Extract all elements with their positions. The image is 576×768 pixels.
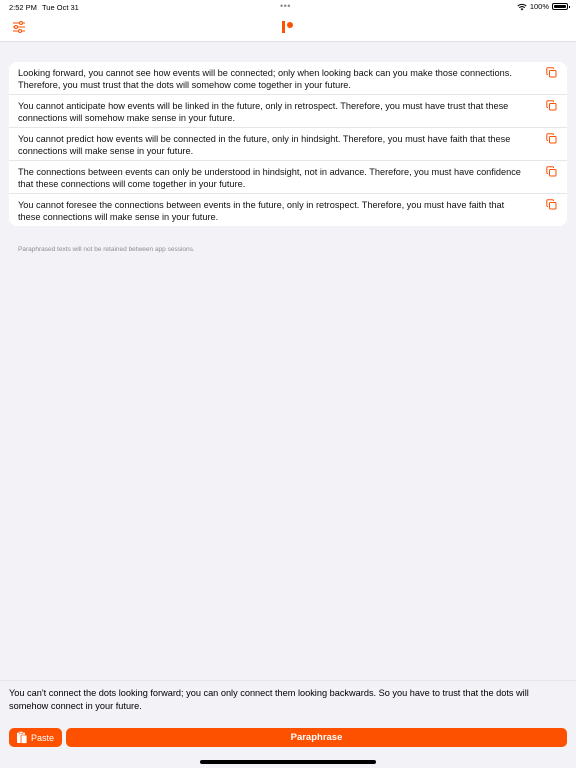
copy-icon[interactable]	[546, 100, 557, 111]
paraphrase-button[interactable]: Paraphrase	[66, 728, 567, 747]
multitasking-dots-icon[interactable]: •••	[280, 1, 291, 11]
copy-icon[interactable]	[546, 166, 557, 177]
result-item[interactable]: Looking forward, you cannot see how even…	[9, 62, 567, 95]
result-text: You cannot anticipate how events will be…	[18, 101, 509, 123]
status-time: 2:52 PM	[9, 3, 37, 12]
battery-icon	[552, 3, 570, 10]
paraphrase-results-list: Looking forward, you cannot see how even…	[9, 62, 567, 226]
copy-icon[interactable]	[546, 133, 557, 144]
result-text: The connections between events can only …	[18, 167, 521, 189]
paste-label: Paste	[31, 732, 55, 743]
status-bar: 2:52 PM Tue Oct 31 ••• 100%	[0, 0, 576, 14]
sliders-icon[interactable]	[12, 20, 26, 34]
app-logo-icon	[282, 21, 293, 33]
nav-bar	[0, 14, 576, 42]
result-text: You cannot predict how events will be co…	[18, 134, 511, 156]
result-item[interactable]: The connections between events can only …	[9, 161, 567, 194]
copy-icon[interactable]	[546, 67, 557, 78]
home-indicator[interactable]	[200, 760, 376, 764]
status-right: 100%	[517, 2, 570, 11]
input-text-area[interactable]: You can't connect the dots looking forwa…	[9, 687, 565, 713]
battery-percent: 100%	[529, 2, 549, 11]
result-item[interactable]: You cannot predict how events will be co…	[9, 128, 567, 161]
paste-button[interactable]: Paste	[9, 728, 62, 747]
wifi-icon	[517, 3, 527, 10]
result-item[interactable]: You cannot anticipate how events will be…	[9, 95, 567, 128]
status-date: Tue Oct 31	[42, 3, 79, 12]
copy-icon[interactable]	[546, 199, 557, 210]
result-text: Looking forward, you cannot see how even…	[18, 68, 512, 90]
retention-note: Paraphrased texts will not be retained b…	[18, 246, 195, 253]
paraphrase-label: Paraphrase	[290, 732, 343, 743]
clipboard-icon	[17, 731, 28, 744]
input-panel: You can't connect the dots looking forwa…	[0, 680, 576, 768]
result-text: You cannot foresee the connections betwe…	[18, 200, 505, 222]
result-item[interactable]: You cannot foresee the connections betwe…	[9, 194, 567, 226]
